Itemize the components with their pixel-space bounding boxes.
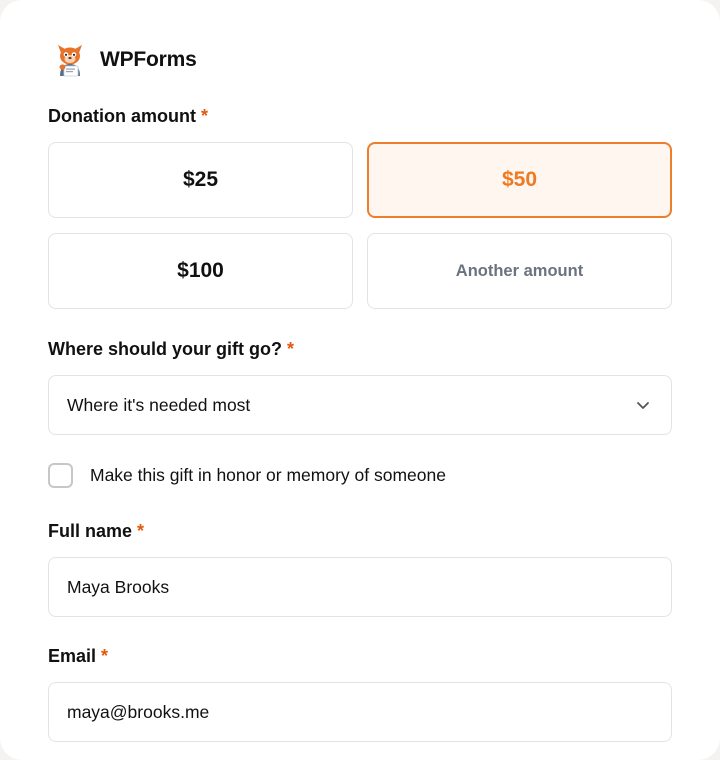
full-name-label: Full name * [48, 521, 144, 542]
amount-option-another[interactable]: Another amount [367, 233, 672, 309]
gift-destination-select[interactable]: Where it's needed most [48, 375, 672, 435]
brand: WPForms [52, 42, 197, 78]
full-name-field[interactable]: Maya Brooks [48, 557, 672, 617]
full-name-label-text: Full name [48, 521, 133, 541]
required-asterisk: * [200, 106, 208, 126]
required-asterisk: * [101, 646, 109, 666]
brand-name: WPForms [100, 48, 197, 71]
gift-destination-label-text: Where should your gift go? [48, 339, 282, 359]
required-asterisk: * [286, 339, 294, 359]
amount-option-100[interactable]: $100 [48, 233, 353, 309]
email-field[interactable]: maya@brooks.me [48, 682, 672, 742]
donation-amount-label-text: Donation amount [48, 106, 196, 126]
donation-amount-label: Donation amount * [48, 106, 208, 127]
email-label: Email * [48, 646, 108, 667]
amount-option-25[interactable]: $25 [48, 142, 353, 218]
donation-form-card: WPForms Donation amount * $25 $50 $100 An… [0, 0, 720, 760]
chevron-down-icon [637, 402, 649, 409]
full-name-value: Maya Brooks [67, 576, 170, 597]
gift-destination-label: Where should your gift go? * [48, 339, 294, 360]
required-asterisk: * [137, 521, 145, 541]
wpforms-bear-icon [58, 45, 82, 77]
email-label-text: Email [48, 646, 97, 666]
gift-destination-value: Where it's needed most [67, 394, 251, 415]
amount-option-label: Another amount [455, 261, 584, 280]
amount-option-label: $100 [177, 259, 224, 282]
amount-option-50[interactable]: $50 [367, 142, 672, 218]
amount-option-label: $50 [501, 168, 538, 191]
honor-checkbox-label: Make this gift in honor or memory of som… [90, 465, 446, 485]
amount-option-label: $25 [182, 168, 219, 191]
honor-checkbox-row[interactable]: Make this gift in honor or memory of som… [48, 463, 446, 488]
email-value: maya@brooks.me [67, 701, 210, 722]
honor-checkbox[interactable] [48, 463, 73, 488]
